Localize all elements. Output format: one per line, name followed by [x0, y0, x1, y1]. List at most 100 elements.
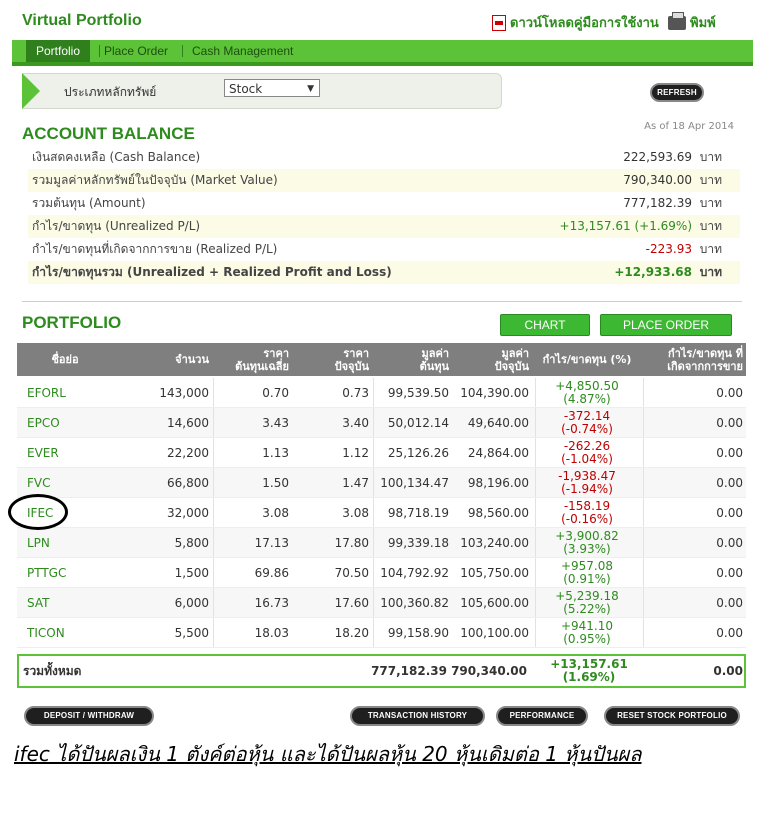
- column-divider: [213, 468, 214, 497]
- print-link[interactable]: พิมพ์: [668, 11, 716, 33]
- col-rpl-line2: เกิดจากการขาย: [667, 360, 743, 373]
- row-realized-pl: 0.00: [716, 506, 743, 520]
- tab-place-order[interactable]: Place Order: [94, 40, 178, 62]
- row-avg-cost: 1.13: [262, 446, 289, 460]
- column-divider: [535, 438, 536, 467]
- account-balance-title: ACCOUNT BALANCE: [22, 124, 195, 143]
- row-price: 17.80: [334, 536, 369, 550]
- column-divider: [373, 618, 374, 647]
- refresh-button[interactable]: REFRESH: [650, 83, 704, 102]
- reset-portfolio-button[interactable]: RESET STOCK PORTFOLIO: [604, 706, 740, 726]
- row-volume: 5,500: [174, 626, 209, 640]
- as-of-date: As of 18 Apr 2014: [644, 121, 734, 132]
- row-cost: 25,126.26: [387, 446, 449, 460]
- total-cost: 777,182.39: [371, 664, 447, 678]
- column-divider: [535, 498, 536, 527]
- row-pl-percent: (5.22%): [563, 602, 611, 616]
- table-row: EFORL 143,000 0.70 0.73 99,539.50 104,390.00 +…: [17, 378, 746, 408]
- caret-down-icon: ▼: [307, 84, 314, 94]
- column-divider: [213, 438, 214, 467]
- row-cost: 100,360.82: [380, 596, 449, 610]
- table-row: EPCO 14,600 3.43 3.40 50,012.14 49,640.00 -372…: [17, 408, 746, 438]
- table-row: PTTGC 1,500 69.86 70.50 104,792.92 105,750.00…: [17, 558, 746, 588]
- row-market-value: 98,196.00: [467, 476, 529, 490]
- arrow-icon: [22, 73, 40, 109]
- security-type-select[interactable]: Stock ▼: [224, 79, 320, 97]
- column-divider: [643, 558, 644, 587]
- col-price: ราคา ปัจจุบัน: [297, 347, 369, 373]
- row-value: 777,182.39: [623, 196, 692, 210]
- row-price: 17.60: [334, 596, 369, 610]
- total-realized-pl: 0.00: [713, 664, 743, 678]
- row-market-value: 103,240.00: [460, 536, 529, 550]
- row-value: -223.93: [645, 242, 692, 256]
- column-divider: [213, 498, 214, 527]
- row-unit: บาท: [699, 242, 722, 256]
- performance-button[interactable]: PERFORMANCE: [496, 706, 588, 726]
- row-value: 222,593.69: [623, 150, 692, 164]
- total-label: รวมทั้งหมด: [23, 664, 82, 678]
- column-divider: [535, 558, 536, 587]
- printer-icon: [668, 11, 686, 30]
- row-realized-pl: 0.00: [716, 416, 743, 430]
- column-divider: [373, 528, 374, 557]
- row-label: รวมมูลค่าหลักทรัพย์ในปัจจุบัน (Market Va…: [32, 173, 278, 187]
- row-price: 3.40: [342, 416, 369, 430]
- row-volume: 1,500: [174, 566, 209, 580]
- col-symbol: ชื่อย่อ: [51, 353, 79, 366]
- row-price: 3.08: [342, 506, 369, 520]
- row-market-value: 24,864.00: [467, 446, 529, 460]
- transaction-history-button[interactable]: TRANSACTION HISTORY: [350, 706, 485, 726]
- portfolio-table-header: ชื่อย่อ จำนวน ราคา ต้นทุนเฉลี่ย ราคา ปัจ…: [17, 343, 746, 376]
- row-symbol-link[interactable]: EPCO: [27, 408, 60, 438]
- row-realized-pl: 0.00: [716, 386, 743, 400]
- account-row-unrealized: กำไร/ขาดทุน (Unrealized P/L) +13,157.61 …: [28, 215, 740, 238]
- row-symbol-link[interactable]: EFORL: [27, 378, 66, 408]
- portfolio-title: PORTFOLIO: [22, 313, 122, 332]
- row-unrealized-pl: -158.19 (-0.16%): [535, 500, 639, 530]
- row-unrealized-pl: +5,239.18 (5.22%): [535, 590, 639, 620]
- row-symbol-link[interactable]: SAT: [27, 588, 49, 618]
- row-price: 18.20: [334, 626, 369, 640]
- total-pl-percent: (1.69%): [562, 670, 616, 684]
- row-symbol-link[interactable]: TICON: [27, 618, 65, 648]
- download-manual-link[interactable]: ดาวน์โหลดคู่มือการใช้งาน: [492, 12, 659, 33]
- place-order-button[interactable]: PLACE ORDER: [600, 314, 732, 336]
- row-symbol-link[interactable]: PTTGC: [27, 558, 66, 588]
- row-realized-pl: 0.00: [716, 476, 743, 490]
- row-avg-cost: 3.43: [262, 416, 289, 430]
- col-mv-line2: ปัจจุบัน: [494, 360, 529, 373]
- column-divider: [643, 438, 644, 467]
- row-value: 790,340.00: [623, 173, 692, 187]
- row-pl-percent: (-1.94%): [561, 482, 613, 496]
- row-value: +13,157.61 (+1.69%): [559, 219, 692, 233]
- chart-button[interactable]: CHART: [500, 314, 590, 336]
- tab-portfolio[interactable]: Portfolio: [26, 40, 91, 62]
- column-divider: [373, 438, 374, 467]
- tab-cash-management[interactable]: Cash Management: [182, 40, 303, 62]
- col-avg-cost-line1: ราคา: [263, 347, 289, 360]
- row-cost: 50,012.14: [387, 416, 449, 430]
- column-divider: [643, 498, 644, 527]
- row-volume: 143,000: [159, 386, 209, 400]
- row-avg-cost: 18.03: [254, 626, 289, 640]
- table-row: SAT 6,000 16.73 17.60 100,360.82 105,600.00 +5…: [17, 588, 746, 618]
- col-price-line2: ปัจจุบัน: [334, 360, 369, 373]
- col-cost-line1: มูลค่า: [421, 347, 449, 360]
- row-cost: 100,134.47: [380, 476, 449, 490]
- row-symbol-link[interactable]: EVER: [27, 438, 59, 468]
- row-unit: บาท: [699, 219, 722, 233]
- row-unrealized-pl: -372.14 (-0.74%): [535, 410, 639, 440]
- row-symbol-link[interactable]: LPN: [27, 528, 50, 558]
- security-type-value: Stock: [229, 82, 263, 96]
- app-title: Virtual Portfolio: [22, 12, 142, 29]
- col-mv-line1: มูลค่า: [501, 347, 529, 360]
- column-divider: [373, 498, 374, 527]
- row-market-value: 98,560.00: [467, 506, 529, 520]
- row-unrealized-pl: +4,850.50 (4.87%): [535, 380, 639, 410]
- column-divider: [643, 468, 644, 497]
- row-realized-pl: 0.00: [716, 566, 743, 580]
- row-avg-cost: 1.50: [262, 476, 289, 490]
- row-cost: 99,539.50: [387, 386, 449, 400]
- deposit-withdraw-button[interactable]: DEPOSIT / WITHDRAW: [24, 706, 154, 726]
